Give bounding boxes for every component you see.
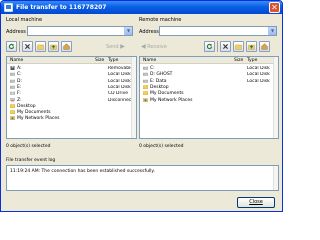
- item-type: Removable D: [108, 66, 133, 71]
- delete-icon: [25, 44, 30, 49]
- refresh-icon: [206, 43, 213, 50]
- remote-address-label: Address: [139, 29, 159, 35]
- list-item[interactable]: My Network Places: [7, 115, 131, 122]
- network-drive-icon: [9, 97, 16, 102]
- col-type[interactable]: Type: [247, 58, 257, 63]
- local-scrollbar[interactable]: [131, 57, 136, 138]
- col-size[interactable]: Size: [95, 58, 104, 63]
- item-name: My Network Places: [150, 97, 193, 103]
- remote-up-folder-button[interactable]: [246, 41, 257, 52]
- drive-icon: [142, 66, 149, 70]
- item-name: My Documents: [17, 110, 51, 116]
- drive-icon: [142, 79, 149, 83]
- item-name: D:: [17, 78, 22, 84]
- item-name: E: Data: [150, 78, 167, 84]
- col-name[interactable]: Name: [10, 58, 23, 63]
- drive-icon: [9, 79, 16, 83]
- local-delete-button[interactable]: [22, 41, 33, 52]
- item-name: Z:: [17, 97, 22, 103]
- remote-scrollbar[interactable]: [273, 57, 278, 138]
- close-window-button[interactable]: ✕: [269, 2, 280, 13]
- drive-icon: [9, 72, 16, 76]
- receive-button[interactable]: ◀ Receive: [141, 43, 167, 50]
- remote-file-list[interactable]: Name Size Type C: Local Disk D: GHOST Local…: [139, 56, 279, 139]
- home-folder-icon: [261, 43, 268, 50]
- local-list-header: Name Size Type: [7, 57, 131, 64]
- local-status: 0 object(s) selected: [6, 144, 51, 149]
- local-new-folder-button[interactable]: [35, 41, 46, 52]
- send-button[interactable]: Send ▶: [106, 43, 125, 50]
- drive-icon: [9, 85, 16, 89]
- folder-icon: [9, 110, 16, 115]
- log-entry: 11:19:24 AM: The connection has been est…: [10, 169, 155, 174]
- app-icon: [4, 3, 13, 12]
- remote-status: 0 object(s) selected: [139, 144, 184, 149]
- log-scrollbar[interactable]: [273, 166, 278, 190]
- cd-drive-icon: [9, 91, 16, 95]
- remote-new-folder-button[interactable]: [233, 41, 244, 52]
- item-name: F:: [17, 91, 21, 97]
- item-type: Local Disk: [247, 78, 270, 84]
- folder-icon: [142, 91, 149, 96]
- item-name: C:: [150, 66, 155, 71]
- local-file-list[interactable]: Name Size Type A: Removable D C: Local Disk…: [6, 56, 137, 139]
- local-address-combo[interactable]: ▼: [27, 26, 133, 36]
- local-machine-heading: Local machine: [6, 17, 43, 23]
- item-name: Desktop: [150, 84, 169, 90]
- network-icon: [142, 97, 149, 102]
- floppy-icon: [10, 66, 15, 70]
- remote-machine-heading: Remote machine: [139, 17, 182, 23]
- item-name: E:: [17, 84, 22, 90]
- item-name: My Network Places: [17, 116, 60, 122]
- new-folder-icon: [235, 44, 242, 50]
- col-size[interactable]: Size: [234, 58, 243, 63]
- item-type: Local Disk: [108, 72, 131, 78]
- close-button[interactable]: Close: [237, 197, 275, 208]
- item-type: Local Disk: [108, 78, 131, 84]
- new-folder-icon: [37, 44, 44, 50]
- home-folder-icon: [63, 43, 70, 50]
- item-type: Disconnecte: [108, 97, 133, 103]
- file-transfer-window: File transfer to 116778207 ✕ Local machi…: [0, 0, 283, 212]
- list-item[interactable]: My Network Places: [140, 97, 273, 104]
- up-folder-icon: [50, 44, 57, 50]
- local-home-button[interactable]: [61, 41, 72, 52]
- event-log-label: File transfer event log: [6, 158, 56, 163]
- remote-refresh-button[interactable]: [204, 41, 215, 52]
- item-type: CD Drive: [108, 91, 129, 97]
- event-log[interactable]: 11:19:24 AM: The connection has been est…: [6, 165, 279, 191]
- drive-icon: [142, 72, 149, 76]
- chevron-down-icon[interactable]: ▼: [268, 27, 276, 35]
- col-name[interactable]: Name: [143, 58, 156, 63]
- title-bar[interactable]: File transfer to 116778207 ✕: [1, 1, 282, 14]
- remote-delete-button[interactable]: [220, 41, 231, 52]
- remote-toolbar: ◀ Receive: [139, 41, 279, 53]
- chevron-down-icon[interactable]: ▼: [124, 27, 132, 35]
- item-name: A:: [17, 66, 22, 71]
- folder-icon: [9, 103, 16, 108]
- local-address-label: Address: [6, 29, 26, 35]
- local-toolbar: Send ▶: [6, 41, 133, 53]
- col-type[interactable]: Type: [108, 58, 118, 63]
- item-name: D: GHOST: [150, 72, 173, 78]
- window-title: File transfer to 116778207: [16, 4, 107, 11]
- item-name: My Documents: [150, 91, 184, 97]
- refresh-icon: [8, 43, 15, 50]
- up-folder-icon: [248, 44, 255, 50]
- remote-list-header: Name Size Type: [140, 57, 273, 64]
- remote-address-combo[interactable]: ▼: [159, 26, 277, 36]
- folder-icon: [142, 84, 149, 90]
- item-name: C:: [17, 72, 22, 78]
- item-name: Desktop: [17, 103, 36, 109]
- remote-home-button[interactable]: [259, 41, 270, 52]
- delete-icon: [223, 44, 228, 49]
- item-type: Local Disk: [108, 84, 131, 90]
- local-up-folder-button[interactable]: [48, 41, 59, 52]
- item-type: Local Disk: [247, 66, 270, 71]
- local-refresh-button[interactable]: [6, 41, 17, 52]
- item-type: Local Disk: [247, 72, 270, 78]
- network-icon: [9, 116, 16, 121]
